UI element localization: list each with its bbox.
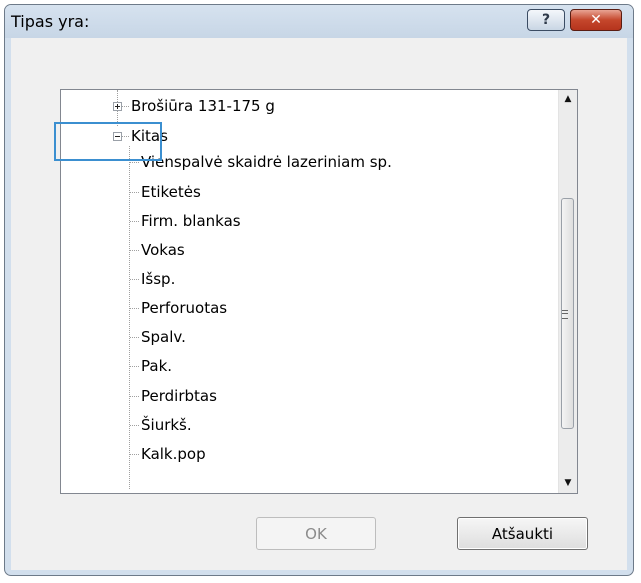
close-button[interactable]: ✕ xyxy=(570,9,622,31)
vertical-scrollbar[interactable]: ▲ ▼ xyxy=(558,90,577,493)
tree-item-child[interactable]: Pak. xyxy=(141,357,172,375)
tree-line xyxy=(130,279,139,281)
cancel-button[interactable]: Atšaukti xyxy=(457,517,588,550)
close-icon: ✕ xyxy=(590,12,602,28)
dialog-body: Brošiūra 131-175 g Kitas Vienspalvė skai… xyxy=(11,38,627,570)
tree-item-child[interactable]: Vokas xyxy=(141,241,185,259)
tree-line xyxy=(122,106,129,108)
tree-item-child[interactable]: Kalk.pop xyxy=(141,445,206,463)
tree-line xyxy=(130,425,139,427)
help-icon: ? xyxy=(541,12,551,28)
tree-line xyxy=(130,308,139,310)
selection-highlight xyxy=(54,122,162,161)
scrollbar-grip-icon xyxy=(562,310,568,319)
scroll-down-arrow-icon[interactable]: ▼ xyxy=(559,474,577,491)
tree-line xyxy=(130,221,139,223)
tree-line xyxy=(130,162,139,164)
tree-item-child[interactable]: Perforuotas xyxy=(141,299,227,317)
tree-item-brosiura[interactable]: Brošiūra 131-175 g xyxy=(131,97,275,115)
tree-line xyxy=(130,250,139,252)
tree-item-child[interactable]: Etiketės xyxy=(141,183,201,201)
type-dialog: Tipas yra: ? ✕ Brošiūra 131-175 g Kitas … xyxy=(4,4,634,576)
tree-item-child[interactable]: Išsp. xyxy=(141,270,175,288)
tree-item-child[interactable]: Perdirbtas xyxy=(141,387,217,405)
title-bar: Tipas yra: ? ✕ xyxy=(5,5,633,38)
tree-item-child[interactable]: Firm. blankas xyxy=(141,212,241,230)
scroll-up-arrow-icon[interactable]: ▲ xyxy=(559,90,577,107)
ok-button[interactable]: OK xyxy=(256,517,376,550)
dialog-title: Tipas yra: xyxy=(11,12,90,31)
tree-line xyxy=(130,396,139,398)
tree-item-child[interactable]: Spalv. xyxy=(141,328,186,346)
help-button[interactable]: ? xyxy=(527,9,565,31)
expand-icon[interactable] xyxy=(113,102,122,111)
tree-line xyxy=(130,454,139,456)
tree-item-child[interactable]: Šiurkš. xyxy=(141,416,192,434)
tree-line xyxy=(130,366,139,368)
tree-line xyxy=(130,337,139,339)
tree-item-child[interactable]: Vienspalvė skaidrė lazeriniam sp. xyxy=(141,153,392,171)
tree-line xyxy=(129,146,131,489)
tree-line xyxy=(130,192,139,194)
